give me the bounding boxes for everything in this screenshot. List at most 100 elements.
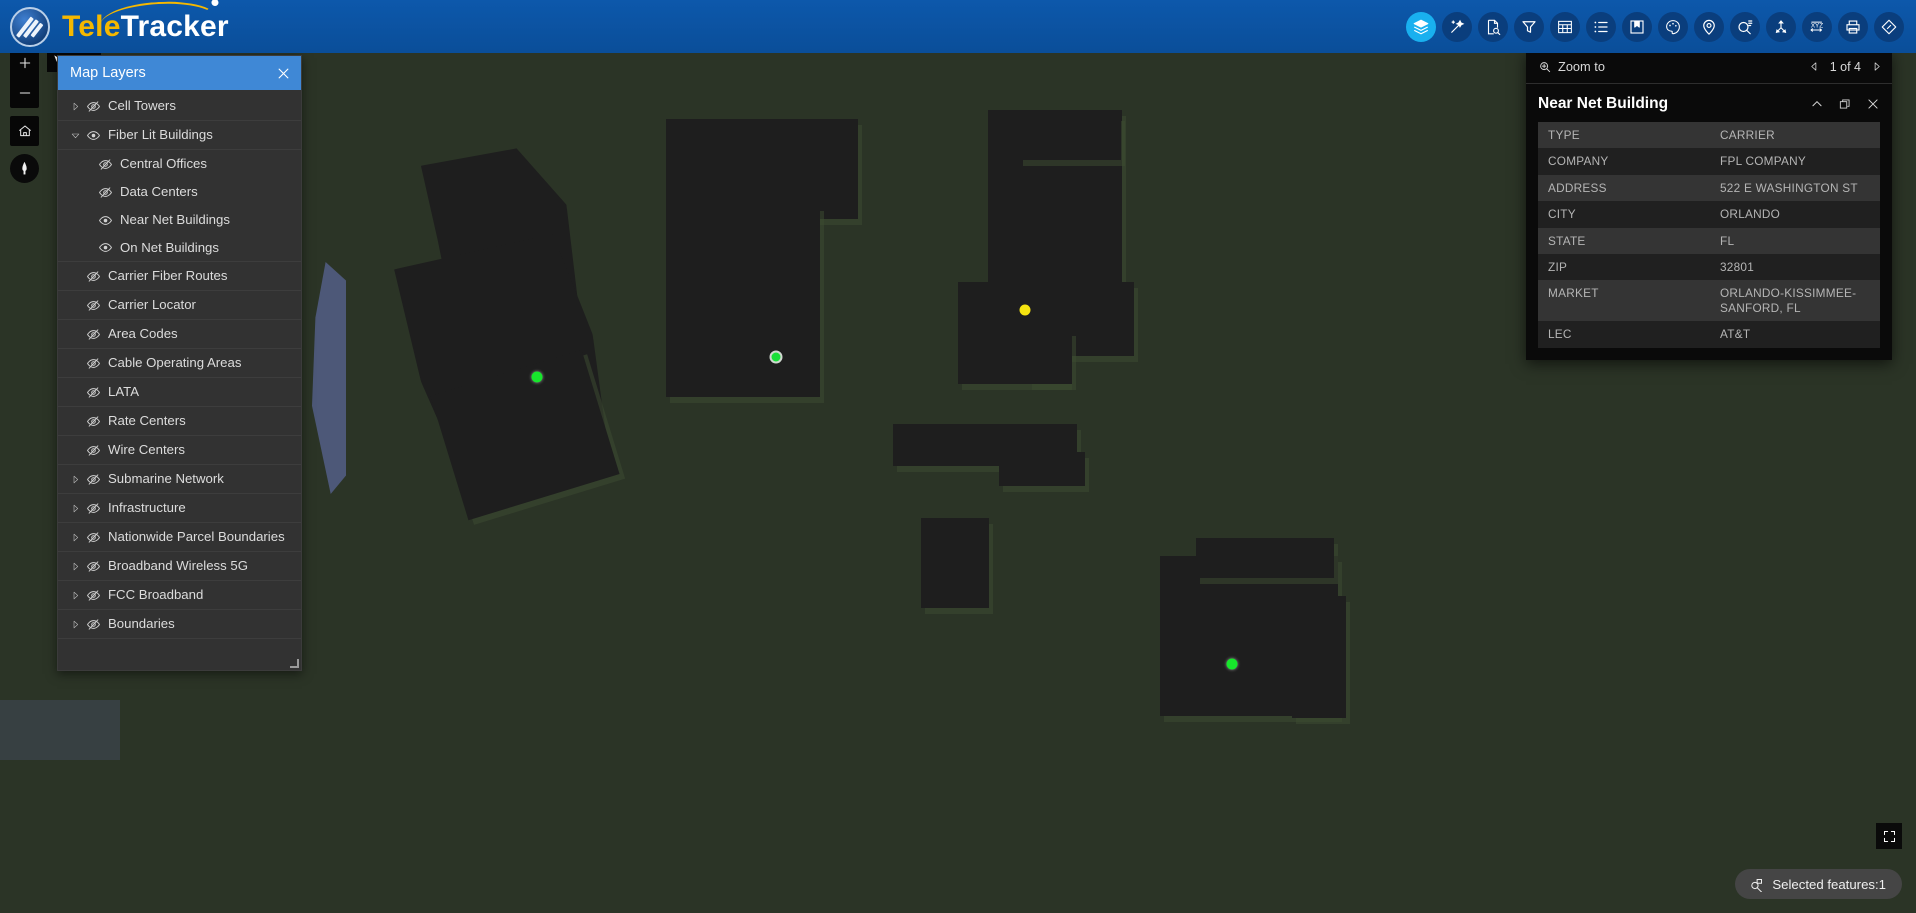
logo-mark-icon — [10, 6, 50, 47]
layer-row-area-codes[interactable]: Area Codes — [58, 320, 301, 349]
layer-row-broadband-wireless-5g[interactable]: Broadband Wireless 5G — [58, 552, 301, 581]
zoom-to-button[interactable]: Zoom to — [1538, 59, 1605, 74]
measure-icon[interactable] — [1874, 11, 1904, 42]
document-search-icon[interactable] — [1478, 11, 1508, 42]
eye-hidden-icon[interactable] — [82, 559, 104, 574]
collapse-icon[interactable] — [1810, 97, 1824, 111]
table-icon[interactable] — [1550, 11, 1580, 42]
chevron-right-icon[interactable] — [68, 562, 82, 571]
eye-hidden-icon[interactable] — [82, 269, 104, 284]
svg-text:XYZ: XYZ — [1811, 22, 1823, 29]
building-polygon[interactable] — [666, 119, 858, 219]
layer-row-nationwide-parcel-boundaries[interactable]: Nationwide Parcel Boundaries — [58, 523, 301, 552]
layer-row-cable-operating-areas[interactable]: Cable Operating Areas — [58, 349, 301, 378]
magic-wand-icon[interactable] — [1442, 11, 1472, 42]
zoom-out-button[interactable] — [10, 78, 39, 108]
chevron-right-icon[interactable] — [68, 102, 82, 111]
eye-hidden-icon[interactable] — [82, 588, 104, 603]
eye-hidden-icon[interactable] — [82, 385, 104, 400]
map-layers-list[interactable]: Cell Towers Fiber Lit Buildings Central Of… — [58, 90, 301, 670]
building-polygon[interactable] — [999, 452, 1085, 486]
filter-icon[interactable] — [1514, 11, 1544, 42]
building-polygon[interactable] — [1019, 115, 1121, 160]
next-feature-button[interactable] — [1871, 61, 1882, 72]
layer-row-data-centers[interactable]: Data Centers — [58, 178, 301, 206]
eye-hidden-icon[interactable] — [82, 617, 104, 632]
eye-hidden-icon[interactable] — [82, 356, 104, 371]
dock-window-icon[interactable] — [1838, 97, 1852, 111]
map-marker-on-net[interactable] — [1226, 658, 1238, 670]
eye-hidden-icon[interactable] — [82, 472, 104, 487]
locate-compass-button[interactable] — [10, 154, 39, 183]
fullscreen-button[interactable] — [1876, 823, 1902, 849]
layer-label: FCC Broadband — [108, 587, 204, 603]
chevron-right-icon[interactable] — [68, 533, 82, 542]
zoom-to-icon — [1540, 61, 1551, 72]
attribute-value: ORLANDO-KISSIMMEE-SANFORD, FL — [1710, 280, 1880, 322]
building-polygon[interactable] — [666, 205, 820, 397]
chevron-down-icon[interactable] — [68, 131, 82, 140]
map-pin-icon[interactable] — [1694, 11, 1724, 42]
chevron-right-icon[interactable] — [68, 591, 82, 600]
search-zoom-icon[interactable] — [1730, 11, 1760, 42]
chevron-right-icon[interactable] — [68, 620, 82, 629]
eye-hidden-icon[interactable] — [82, 443, 104, 458]
print-icon[interactable] — [1838, 11, 1868, 42]
close-icon[interactable] — [276, 66, 291, 81]
layer-row-fcc-broadband[interactable]: FCC Broadband — [58, 581, 301, 610]
pager-count: 1 of 4 — [1829, 59, 1861, 74]
eye-hidden-icon[interactable] — [82, 298, 104, 313]
layer-row-lata[interactable]: LATA — [58, 378, 301, 407]
map-marker-selected[interactable] — [1019, 304, 1031, 316]
bookmark-icon[interactable] — [1622, 11, 1652, 42]
layer-row-rate-centers[interactable]: Rate Centers — [58, 407, 301, 436]
palette-icon[interactable] — [1658, 11, 1688, 42]
layer-row-carrier-locator[interactable]: Carrier Locator — [58, 291, 301, 320]
building-polygon[interactable] — [921, 518, 989, 608]
map-marker-on-net[interactable] — [769, 350, 783, 364]
layer-row-fiber-lit-buildings[interactable]: Fiber Lit Buildings — [58, 121, 301, 150]
building-polygon[interactable] — [1292, 596, 1346, 718]
share-icon[interactable] — [1766, 11, 1796, 42]
close-icon[interactable] — [1866, 97, 1880, 111]
layer-label: On Net Buildings — [120, 239, 219, 255]
attribute-key: MARKET — [1538, 280, 1710, 322]
building-polygon[interactable] — [1028, 330, 1072, 384]
eye-hidden-icon[interactable] — [82, 99, 104, 114]
previous-feature-button[interactable] — [1809, 61, 1820, 72]
chevron-right-icon[interactable] — [68, 475, 82, 484]
attribute-row: COMPANY FPL COMPANY — [1538, 148, 1880, 175]
eye-hidden-icon[interactable] — [82, 414, 104, 429]
layer-row-wire-centers[interactable]: Wire Centers — [58, 436, 301, 465]
layer-row-boundaries[interactable]: Boundaries — [58, 610, 301, 639]
brand-logo[interactable]: TeleTracker — [0, 0, 229, 47]
attribute-key: TYPE — [1538, 122, 1710, 149]
attribute-row: ZIP 32801 — [1538, 253, 1880, 281]
layer-row-on-net-buildings[interactable]: On Net Buildings — [58, 234, 301, 262]
layer-row-infrastructure[interactable]: Infrastructure — [58, 494, 301, 523]
eye-hidden-icon[interactable] — [94, 157, 116, 172]
layer-row-cell-towers[interactable]: Cell Towers — [58, 92, 301, 121]
eye-hidden-icon[interactable] — [82, 530, 104, 545]
layers-icon[interactable] — [1406, 11, 1436, 42]
layer-row-near-net-buildings[interactable]: Near Net Buildings — [58, 206, 301, 234]
map-marker-on-net[interactable] — [531, 371, 543, 383]
eye-hidden-icon[interactable] — [94, 185, 116, 200]
chevron-right-icon[interactable] — [68, 504, 82, 513]
layer-label: Infrastructure — [108, 500, 186, 516]
panel-resize-handle[interactable] — [289, 658, 301, 670]
status-badge[interactable]: Selected features:1 — [1735, 869, 1902, 899]
xyz-coordinates-icon[interactable]: XYZ — [1802, 11, 1832, 42]
layer-row-submarine-network[interactable]: Submarine Network — [58, 465, 301, 494]
layer-row-central-offices[interactable]: Central Offices — [58, 150, 301, 178]
eye-visible-icon[interactable] — [94, 240, 116, 255]
eye-visible-icon[interactable] — [82, 128, 104, 143]
list-icon[interactable] — [1586, 11, 1616, 42]
layer-label: Wire Centers — [108, 442, 185, 458]
eye-hidden-icon[interactable] — [82, 327, 104, 342]
building-polygon[interactable] — [1196, 538, 1334, 578]
eye-visible-icon[interactable] — [94, 213, 116, 228]
home-extent-button[interactable] — [10, 116, 39, 146]
eye-hidden-icon[interactable] — [82, 501, 104, 516]
layer-row-carrier-fiber-routes[interactable]: Carrier Fiber Routes — [58, 262, 301, 291]
